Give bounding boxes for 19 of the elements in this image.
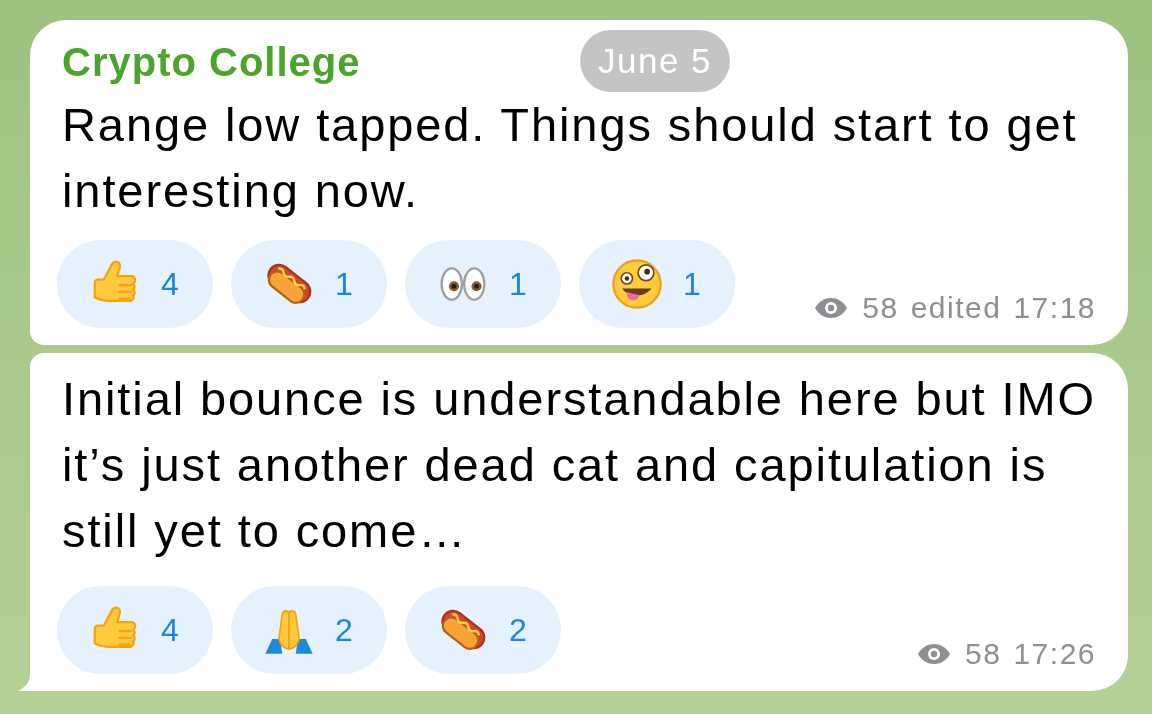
message-text: Range low tapped. Things should start to get interesting now.: [62, 97, 1079, 219]
date-badge: June 5: [580, 30, 731, 92]
zany-face-icon: [610, 257, 664, 311]
edited-label: edited: [910, 290, 1002, 326]
reaction-button[interactable]: 2: [405, 586, 561, 674]
reaction-button[interactable]: 2: [231, 586, 387, 674]
reaction-button[interactable]: 4: [57, 586, 213, 674]
message-time: 17:26: [1013, 636, 1096, 672]
reaction-button[interactable]: 4: [57, 240, 213, 328]
view-count: 58: [965, 636, 1002, 672]
reaction-button[interactable]: 1: [231, 240, 387, 328]
message-time: 17:18: [1013, 290, 1096, 326]
view-count: 58: [862, 290, 899, 326]
sender-name: Crypto College: [62, 39, 361, 86]
reaction-button[interactable]: 1: [405, 240, 561, 328]
message-text: Initial bounce is understandable here but IMO it’s just another dead cat and capitulation is still yet to come…: [62, 371, 1096, 559]
views-eye-icon: [917, 643, 952, 665]
views-eye-icon: [814, 297, 849, 319]
reaction-button[interactable]: 1: [579, 240, 735, 328]
